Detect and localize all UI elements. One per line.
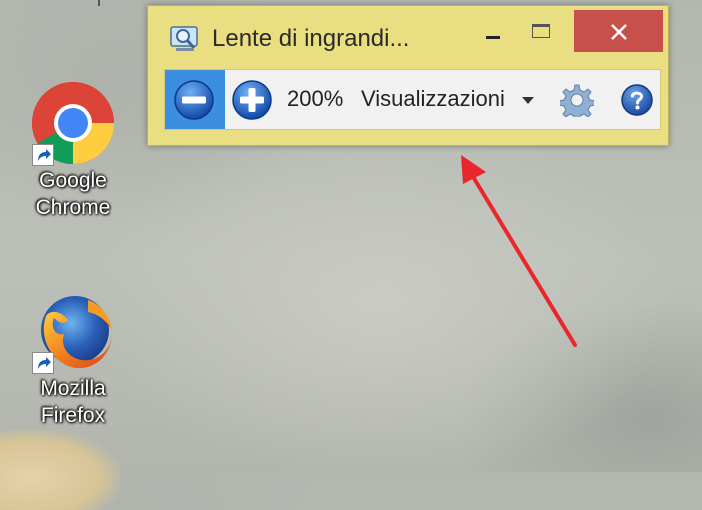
annotation-arrow <box>461 155 577 347</box>
